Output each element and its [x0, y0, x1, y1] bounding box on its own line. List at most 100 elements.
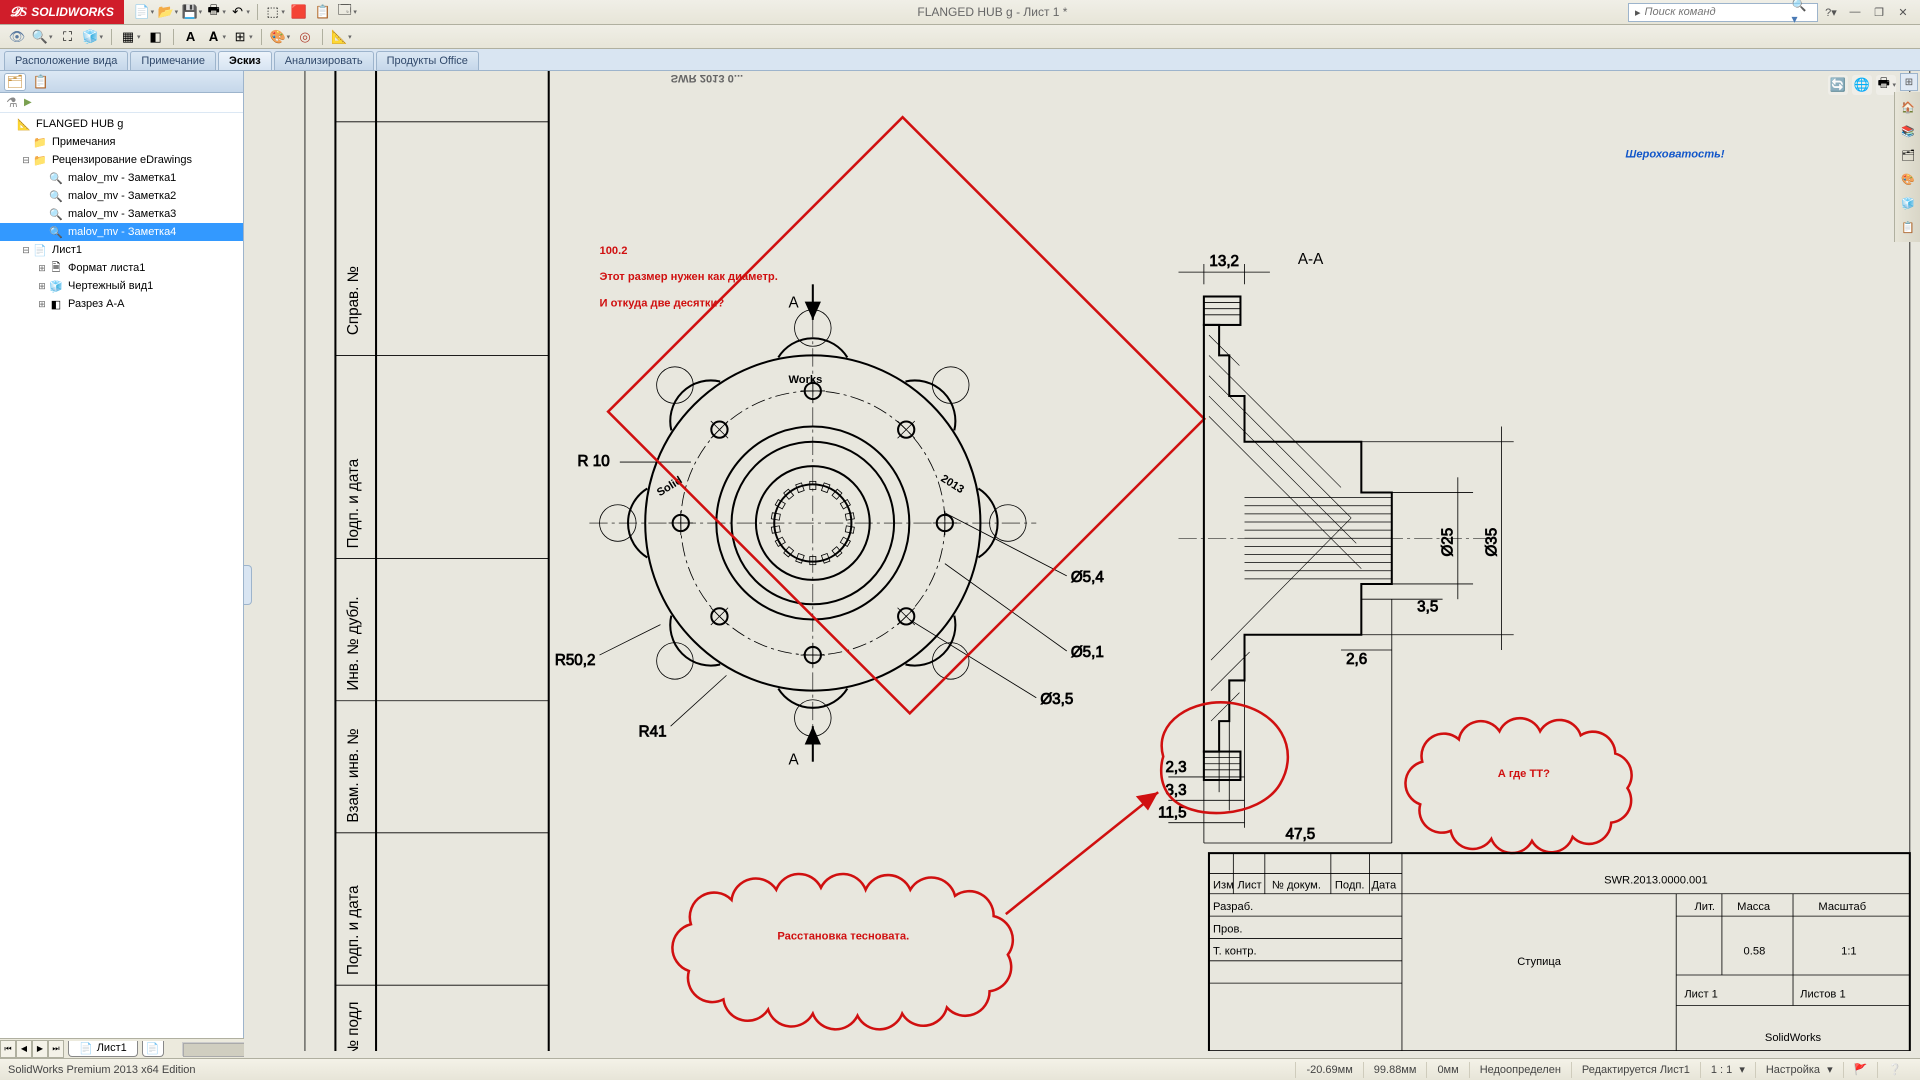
tab-evaluate[interactable]: Анализировать [274, 51, 374, 70]
svg-text:№ докум.: № докум. [1272, 880, 1321, 892]
panel-splitter[interactable] [244, 565, 252, 605]
target-button[interactable]: ◎ [294, 27, 316, 47]
svg-text:А где ТТ?: А где ТТ? [1498, 768, 1550, 780]
svg-text:R41: R41 [639, 723, 667, 740]
svg-text:2,6: 2,6 [1346, 651, 1367, 668]
svg-text:Т. контр.: Т. контр. [1213, 946, 1257, 958]
print-button[interactable]: 🖶▾ [206, 2, 226, 22]
svg-text:Ø3,5: Ø3,5 [1040, 691, 1073, 708]
property-manager-tab[interactable]: 📋 [30, 73, 52, 91]
sheet-nav-prev[interactable]: ◀ [16, 1040, 32, 1058]
taskpane-library-button[interactable]: 📚 [1897, 120, 1919, 142]
search-go-icon[interactable]: 🔍▾ [1788, 0, 1811, 26]
sheet-nav-last[interactable]: ⏭ [48, 1040, 64, 1058]
tree-mark-4[interactable]: 🔍malov_mv - Заметка4 [0, 223, 243, 241]
svg-text:Works: Works [788, 374, 822, 386]
annotation-button[interactable]: 𝐀▾ [204, 27, 229, 47]
svg-text:Ступица: Ступица [1517, 956, 1562, 968]
tab-view-layout[interactable]: Расположение вида [4, 51, 128, 70]
taskpane-appearance-button[interactable]: 🧊 [1897, 192, 1919, 214]
zoom-fit-button[interactable]: 🔍▾ [30, 27, 55, 47]
svg-text:0.58: 0.58 [1744, 946, 1766, 958]
svg-text:SWR 2013 0...: SWR 2013 0... [671, 72, 744, 84]
drawing-canvas[interactable]: 🔄 🌐 🖶▾ ⊞ ⛶ — ❐ ✕ Справ. № [244, 71, 1920, 1058]
feature-tree[interactable]: 📐FLANGED HUB g 📁Примечания ⊟📁Рецензирова… [0, 113, 243, 1058]
view-toolbar: 👁 🔍▾ ⛶ 🧊▾ ▦▾ ◧ A 𝐀▾ ⊞▾ 🎨▾ ◎ 📐▾ [0, 25, 1920, 49]
sheet-nav-next[interactable]: ▶ [32, 1040, 48, 1058]
measure-button[interactable]: 📐▾ [329, 27, 354, 47]
appearance-button[interactable]: 🎨▾ [268, 27, 293, 47]
text-tool-button[interactable]: A [180, 27, 202, 47]
taskpane-home-button[interactable]: 🏠 [1897, 96, 1919, 118]
svg-text:Масштаб: Масштаб [1818, 901, 1866, 913]
grid-button[interactable]: ⊞▾ [230, 27, 255, 47]
svg-text:Дата: Дата [1371, 880, 1396, 892]
view-eye-button[interactable]: 👁 [6, 27, 28, 47]
vc-grid-button[interactable]: ⊞ [1900, 73, 1918, 91]
svg-text:Расстановка тесновата.: Расстановка тесновата. [777, 930, 909, 942]
undo-button[interactable]: ↶▾ [230, 2, 250, 22]
tree-sheet-format[interactable]: ⊞🗎Формат листа1 [0, 259, 243, 277]
tab-office-products[interactable]: Продукты Office [376, 51, 479, 70]
command-search-input[interactable] [1645, 6, 1788, 18]
tree-root[interactable]: 📐FLANGED HUB g [0, 115, 243, 133]
status-flag-icon[interactable]: 🚩 [1843, 1062, 1878, 1078]
filter-arrow-icon[interactable]: ▶ [24, 97, 32, 108]
svg-text:A: A [788, 295, 799, 312]
redmark-note-line3: И откуда две десятки? [600, 298, 725, 310]
restore-button[interactable]: ❐ [1868, 3, 1890, 21]
tree-mark-2[interactable]: 🔍malov_mv - Заметка2 [0, 187, 243, 205]
status-x: -20.69мм [1295, 1062, 1362, 1078]
tab-sketch[interactable]: Эскиз [218, 51, 272, 70]
help-button[interactable]: ?▾ [1820, 3, 1842, 21]
status-custom[interactable]: Настройка ▾ [1755, 1062, 1843, 1078]
select-button[interactable]: ⬚▾ [265, 2, 285, 22]
section-view-button[interactable]: ◧ [145, 27, 167, 47]
svg-text:2,3: 2,3 [1165, 759, 1186, 776]
sheet-tab-add[interactable]: 📄 [142, 1041, 164, 1057]
tree-sheet[interactable]: ⊟📄Лист1 [0, 241, 243, 259]
svg-text:Справ. №: Справ. № [345, 266, 362, 335]
status-defined: Недоопределен [1469, 1062, 1571, 1078]
rebuild-button[interactable]: 🟥 [289, 2, 309, 22]
tree-mark-3[interactable]: 🔍malov_mv - Заметка3 [0, 205, 243, 223]
tree-section-aa[interactable]: ⊞◧Разрез A-A [0, 295, 243, 313]
open-file-button[interactable]: 📂▾ [158, 2, 178, 22]
display-style-button[interactable]: ▦▾ [118, 27, 143, 47]
svg-text:R50,2: R50,2 [555, 652, 596, 669]
titlebar: 𝓓SSOLIDWORKS 📄▾ 📂▾ 💾▾ 🖶▾ ↶▾ ⬚▾ 🟥 📋 🗔▾ FL… [0, 0, 1920, 25]
feature-manager-tab[interactable]: 🗂 [4, 73, 26, 91]
close-button[interactable]: ✕ [1892, 3, 1914, 21]
tree-mark-1[interactable]: 🔍malov_mv - Заметка1 [0, 169, 243, 187]
svg-text:Взам. инв. №: Взам. инв. № [345, 728, 362, 822]
svg-text:13,2: 13,2 [1209, 253, 1239, 270]
tree-annotations[interactable]: 📁Примечания [0, 133, 243, 151]
ctx-world-button[interactable]: 🌐 [1852, 75, 1872, 95]
tab-annotation[interactable]: Примечание [130, 51, 216, 70]
svg-text:Подп.: Подп. [1335, 880, 1365, 892]
tree-edrawings[interactable]: ⊟📁Рецензирование eDrawings [0, 151, 243, 169]
new-file-button[interactable]: 📄▾ [134, 2, 154, 22]
tree-view-1[interactable]: ⊞🧊Чертежный вид1 [0, 277, 243, 295]
save-button[interactable]: 💾▾ [182, 2, 202, 22]
taskpane-properties-button[interactable]: 📋 [1897, 216, 1919, 238]
zoom-window-button[interactable]: ⛶ [57, 27, 79, 47]
settings-button[interactable]: 🗔▾ [337, 2, 357, 22]
ctx-zoom-button[interactable]: 🔄 [1828, 75, 1848, 95]
redmark-note-line1: 100.2 [600, 245, 628, 257]
svg-text:A: A [788, 752, 799, 769]
command-search[interactable]: ▸ 🔍▾ [1628, 3, 1818, 22]
status-scale[interactable]: 1 : 1 ▾ [1700, 1062, 1755, 1078]
ctx-print-button[interactable]: 🖶▾ [1876, 75, 1896, 95]
taskpane-explorer-button[interactable]: 🗂 [1897, 144, 1919, 166]
minimize-button[interactable]: — [1844, 3, 1866, 21]
svg-text:A-A: A-A [1298, 251, 1324, 268]
svg-text:SWR.2013.0000.001: SWR.2013.0000.001 [1604, 875, 1708, 887]
sheet-tab-active[interactable]: 📄Лист1 [68, 1041, 138, 1057]
options-button[interactable]: 📋 [313, 2, 333, 22]
taskpane: 🏠 📚 🗂 🎨 🧊 📋 [1894, 92, 1920, 242]
status-help-icon[interactable]: ❔ [1877, 1062, 1912, 1078]
taskpane-palette-button[interactable]: 🎨 [1897, 168, 1919, 190]
sheet-nav-first[interactable]: ⏮ [0, 1040, 16, 1058]
view-orientation-button[interactable]: 🧊▾ [81, 27, 106, 47]
